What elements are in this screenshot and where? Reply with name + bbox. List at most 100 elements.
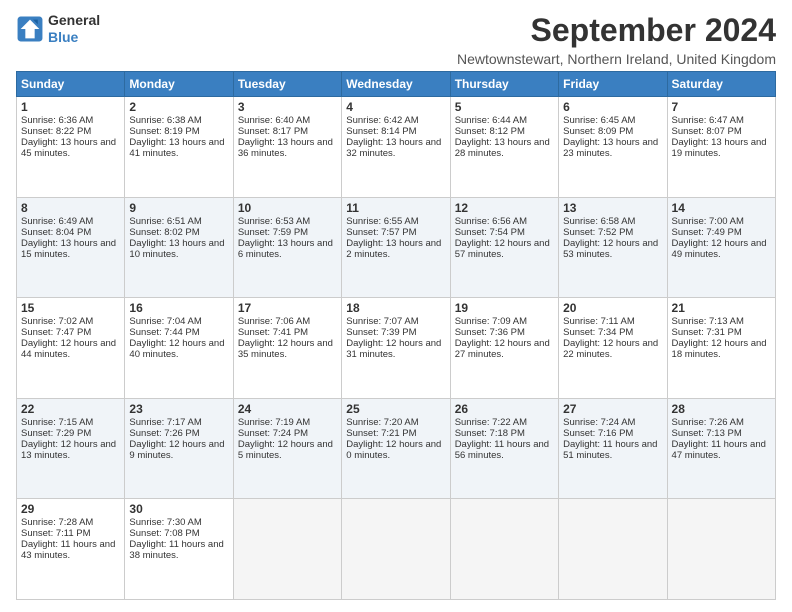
- daylight: Daylight: 13 hours and 6 minutes.: [238, 238, 333, 260]
- calendar-week-row: 29Sunrise: 7:28 AMSunset: 7:11 PMDayligh…: [17, 499, 776, 600]
- calendar-cell: 11Sunrise: 6:55 AMSunset: 7:57 PMDayligh…: [342, 197, 450, 298]
- daylight: Daylight: 12 hours and 53 minutes.: [563, 238, 658, 260]
- sunset: Sunset: 8:07 PM: [672, 126, 742, 137]
- sunset: Sunset: 8:22 PM: [21, 126, 91, 137]
- day-number: 28: [672, 402, 771, 416]
- calendar-cell: 21Sunrise: 7:13 AMSunset: 7:31 PMDayligh…: [667, 298, 775, 399]
- sunset: Sunset: 7:13 PM: [672, 428, 742, 439]
- daylight: Daylight: 12 hours and 57 minutes.: [455, 238, 550, 260]
- sunset: Sunset: 7:57 PM: [346, 227, 416, 238]
- sunrise: Sunrise: 7:13 AM: [672, 316, 744, 327]
- sunset: Sunset: 8:19 PM: [129, 126, 199, 137]
- daylight: Daylight: 13 hours and 45 minutes.: [21, 137, 116, 159]
- calendar-week-row: 22Sunrise: 7:15 AMSunset: 7:29 PMDayligh…: [17, 398, 776, 499]
- calendar-cell: 22Sunrise: 7:15 AMSunset: 7:29 PMDayligh…: [17, 398, 125, 499]
- sunrise: Sunrise: 7:30 AM: [129, 517, 201, 528]
- day-number: 21: [672, 301, 771, 315]
- sunset: Sunset: 7:44 PM: [129, 327, 199, 338]
- sunrise: Sunrise: 6:55 AM: [346, 216, 418, 227]
- calendar-cell: 10Sunrise: 6:53 AMSunset: 7:59 PMDayligh…: [233, 197, 341, 298]
- sunrise: Sunrise: 7:26 AM: [672, 417, 744, 428]
- sunset: Sunset: 7:52 PM: [563, 227, 633, 238]
- day-header-sunday: Sunday: [17, 72, 125, 97]
- day-number: 27: [563, 402, 662, 416]
- day-number: 5: [455, 100, 554, 114]
- sunrise: Sunrise: 6:40 AM: [238, 115, 310, 126]
- calendar-week-row: 1Sunrise: 6:36 AMSunset: 8:22 PMDaylight…: [17, 97, 776, 198]
- calendar-cell: 18Sunrise: 7:07 AMSunset: 7:39 PMDayligh…: [342, 298, 450, 399]
- sunrise: Sunrise: 7:22 AM: [455, 417, 527, 428]
- calendar-cell: 6Sunrise: 6:45 AMSunset: 8:09 PMDaylight…: [559, 97, 667, 198]
- daylight: Daylight: 12 hours and 13 minutes.: [21, 439, 116, 461]
- sunset: Sunset: 7:31 PM: [672, 327, 742, 338]
- sunset: Sunset: 7:36 PM: [455, 327, 525, 338]
- sunrise: Sunrise: 7:15 AM: [21, 417, 93, 428]
- header: General Blue September 2024 Newtownstewa…: [16, 12, 776, 67]
- logo: General Blue: [16, 12, 100, 46]
- sunrise: Sunrise: 6:47 AM: [672, 115, 744, 126]
- day-number: 30: [129, 502, 228, 516]
- sunrise: Sunrise: 7:20 AM: [346, 417, 418, 428]
- daylight: Daylight: 11 hours and 47 minutes.: [672, 439, 766, 461]
- day-number: 24: [238, 402, 337, 416]
- day-number: 13: [563, 201, 662, 215]
- day-number: 18: [346, 301, 445, 315]
- logo-line1: General: [48, 12, 100, 29]
- sunset: Sunset: 7:18 PM: [455, 428, 525, 439]
- day-number: 22: [21, 402, 120, 416]
- sunrise: Sunrise: 7:04 AM: [129, 316, 201, 327]
- day-number: 2: [129, 100, 228, 114]
- sunset: Sunset: 7:11 PM: [21, 528, 91, 539]
- daylight: Daylight: 12 hours and 9 minutes.: [129, 439, 224, 461]
- logo-line2: Blue: [48, 29, 100, 46]
- sunrise: Sunrise: 7:09 AM: [455, 316, 527, 327]
- day-number: 10: [238, 201, 337, 215]
- day-header-thursday: Thursday: [450, 72, 558, 97]
- sunrise: Sunrise: 6:51 AM: [129, 216, 201, 227]
- calendar-cell: 29Sunrise: 7:28 AMSunset: 7:11 PMDayligh…: [17, 499, 125, 600]
- calendar-cell: [559, 499, 667, 600]
- sunset: Sunset: 8:09 PM: [563, 126, 633, 137]
- calendar-cell: 30Sunrise: 7:30 AMSunset: 7:08 PMDayligh…: [125, 499, 233, 600]
- sunset: Sunset: 8:04 PM: [21, 227, 91, 238]
- title-block: September 2024 Newtownstewart, Northern …: [457, 12, 776, 67]
- sunset: Sunset: 7:08 PM: [129, 528, 199, 539]
- daylight: Daylight: 13 hours and 36 minutes.: [238, 137, 333, 159]
- sunrise: Sunrise: 7:24 AM: [563, 417, 635, 428]
- sunrise: Sunrise: 6:45 AM: [563, 115, 635, 126]
- day-number: 4: [346, 100, 445, 114]
- calendar-cell: 28Sunrise: 7:26 AMSunset: 7:13 PMDayligh…: [667, 398, 775, 499]
- day-number: 3: [238, 100, 337, 114]
- sunset: Sunset: 7:26 PM: [129, 428, 199, 439]
- daylight: Daylight: 13 hours and 32 minutes.: [346, 137, 441, 159]
- calendar-cell: 9Sunrise: 6:51 AMSunset: 8:02 PMDaylight…: [125, 197, 233, 298]
- calendar-cell: [450, 499, 558, 600]
- sunrise: Sunrise: 7:07 AM: [346, 316, 418, 327]
- sunrise: Sunrise: 6:53 AM: [238, 216, 310, 227]
- calendar-cell: 16Sunrise: 7:04 AMSunset: 7:44 PMDayligh…: [125, 298, 233, 399]
- day-number: 14: [672, 201, 771, 215]
- daylight: Daylight: 13 hours and 19 minutes.: [672, 137, 767, 159]
- sunrise: Sunrise: 7:28 AM: [21, 517, 93, 528]
- daylight: Daylight: 12 hours and 49 minutes.: [672, 238, 767, 260]
- calendar-cell: 24Sunrise: 7:19 AMSunset: 7:24 PMDayligh…: [233, 398, 341, 499]
- sunset: Sunset: 7:34 PM: [563, 327, 633, 338]
- calendar-cell: 20Sunrise: 7:11 AMSunset: 7:34 PMDayligh…: [559, 298, 667, 399]
- day-number: 12: [455, 201, 554, 215]
- calendar-cell: [667, 499, 775, 600]
- day-number: 29: [21, 502, 120, 516]
- day-number: 26: [455, 402, 554, 416]
- daylight: Daylight: 13 hours and 28 minutes.: [455, 137, 550, 159]
- daylight: Daylight: 11 hours and 43 minutes.: [21, 539, 115, 561]
- calendar-cell: 2Sunrise: 6:38 AMSunset: 8:19 PMDaylight…: [125, 97, 233, 198]
- logo-icon: [16, 15, 44, 43]
- day-header-saturday: Saturday: [667, 72, 775, 97]
- daylight: Daylight: 11 hours and 56 minutes.: [455, 439, 549, 461]
- day-number: 15: [21, 301, 120, 315]
- day-header-friday: Friday: [559, 72, 667, 97]
- sunset: Sunset: 7:29 PM: [21, 428, 91, 439]
- day-number: 9: [129, 201, 228, 215]
- sunset: Sunset: 7:39 PM: [346, 327, 416, 338]
- daylight: Daylight: 12 hours and 44 minutes.: [21, 338, 116, 360]
- daylight: Daylight: 12 hours and 40 minutes.: [129, 338, 224, 360]
